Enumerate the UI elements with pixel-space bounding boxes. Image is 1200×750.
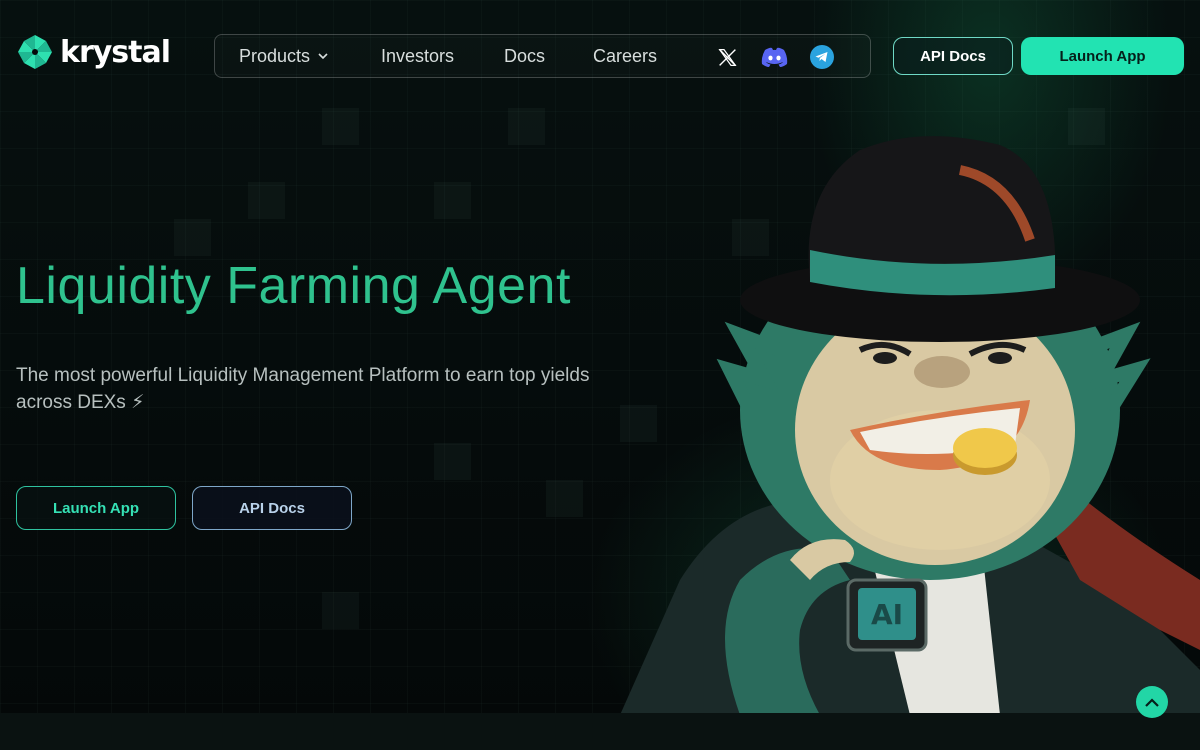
grid-tile: [248, 182, 285, 219]
telegram-icon[interactable]: [810, 45, 834, 69]
chip-ai-label: AI: [871, 598, 903, 631]
brand-logo[interactable]: krystal: [16, 32, 171, 72]
chevron-up-icon: [1145, 697, 1159, 707]
discord-icon[interactable]: [760, 45, 788, 69]
top-navigation: Products Investors Docs Careers: [214, 34, 871, 78]
monkey-agent-illustration: AI: [620, 136, 1200, 715]
bottom-section: [0, 713, 1200, 750]
hero-api-docs-button[interactable]: API Docs: [192, 486, 352, 530]
grid-tile: [508, 108, 545, 145]
grid-tile: [434, 443, 471, 480]
header-api-docs-button[interactable]: API Docs: [893, 37, 1013, 75]
grid-tile: [174, 219, 211, 256]
header-launch-app-button[interactable]: Launch App: [1021, 37, 1184, 75]
scroll-to-top-button[interactable]: [1136, 686, 1168, 718]
hero-launch-app-button[interactable]: Launch App: [16, 486, 176, 530]
grid-tile: [322, 592, 359, 629]
hero-subtitle: The most powerful Liquidity Management P…: [16, 365, 590, 413]
x-twitter-icon[interactable]: [715, 45, 739, 69]
chevron-down-icon: [318, 53, 328, 60]
nav-products[interactable]: Products: [239, 46, 328, 67]
brand-name: krystal: [60, 34, 171, 70]
nav-docs[interactable]: Docs: [504, 46, 545, 67]
krystal-logo-icon: [18, 35, 52, 69]
nav-careers[interactable]: Careers: [593, 46, 657, 67]
grid-tile: [434, 182, 471, 219]
hero-title: Liquidity Farming Agent: [16, 257, 571, 315]
grid-tile: [322, 108, 359, 145]
nav-investors[interactable]: Investors: [381, 46, 454, 67]
page: krystal Products Investors Docs Careers: [0, 0, 1200, 750]
nav-products-label: Products: [239, 46, 311, 66]
